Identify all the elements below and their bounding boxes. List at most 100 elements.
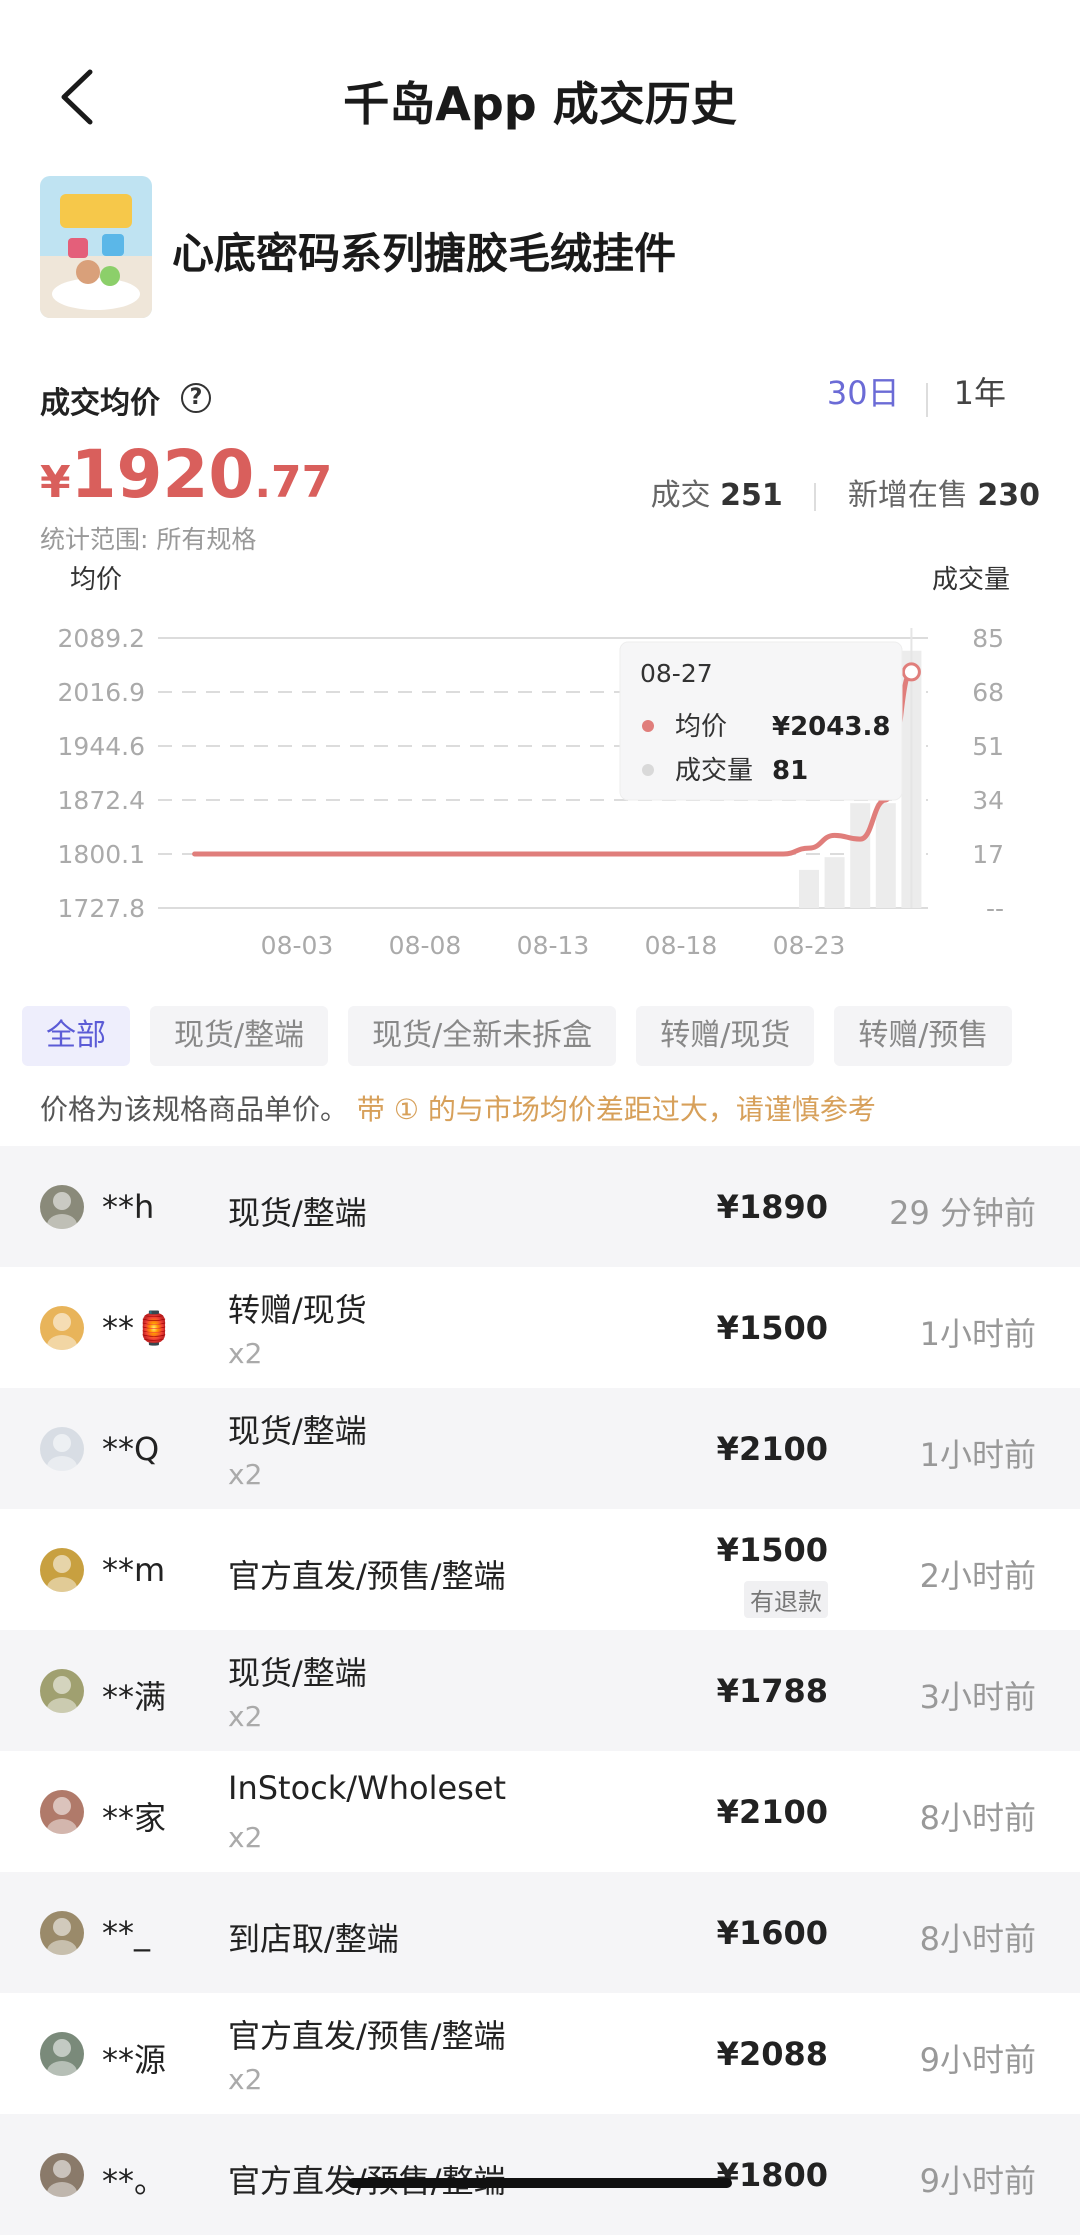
- y2-tick-label: 51: [972, 732, 1004, 761]
- avatar[interactable]: [40, 1306, 84, 1350]
- price-note-text: 价格为该规格商品单价。: [40, 1093, 349, 1126]
- help-icon[interactable]: ?: [181, 383, 211, 413]
- user-name: **。: [102, 2162, 167, 2200]
- avatar[interactable]: [40, 2153, 84, 2197]
- y2-tick-label: 85: [972, 624, 1004, 653]
- avatar[interactable]: [40, 1790, 84, 1834]
- avg-price-label: 成交均价: [40, 386, 160, 421]
- range-tab-30d[interactable]: 30日: [801, 368, 926, 414]
- page-title: 千岛App 成交历史: [343, 77, 737, 131]
- filter-tab-instock-fullset[interactable]: 现货/整端: [150, 1006, 329, 1066]
- volume-bar: [850, 803, 871, 908]
- x-tick-label: 08-03: [261, 931, 334, 960]
- filter-tab-all[interactable]: 全部: [22, 1006, 130, 1066]
- spec-label: 现货/整端: [228, 1654, 367, 1692]
- y-tick-label: 2089.2: [58, 624, 145, 653]
- spec-label: 转赠/现货: [228, 1291, 367, 1329]
- time-ago: 2小时前: [919, 1557, 1036, 1595]
- transaction-row[interactable]: **源 官方直发/预售/整端 x2 ¥2088 9小时前: [0, 1993, 1080, 2114]
- transaction-row[interactable]: **🏮 转赠/现货 x2 ¥1500 1小时前: [0, 1267, 1080, 1388]
- range-tab-1y[interactable]: 1年: [928, 368, 1032, 414]
- transaction-row[interactable]: **满 现货/整端 x2 ¥1788 3小时前: [0, 1630, 1080, 1751]
- price-warning: 带 ① 的与市场均价差距过大，请谨慎参考: [356, 1093, 876, 1126]
- avg-price-decimal: .77: [254, 457, 333, 508]
- x-tick-label: 08-08: [389, 931, 462, 960]
- filter-tab-gift-instock[interactable]: 转赠/现货: [636, 1006, 815, 1066]
- y-tick-label: 2016.9: [58, 678, 145, 707]
- user-name: **h: [102, 1188, 155, 1226]
- quantity: x2: [228, 1337, 263, 1370]
- filter-tab-gift-presale[interactable]: 转赠/预售: [834, 1006, 1013, 1066]
- price-volume-chart[interactable]: 均价 成交量2089.2 852016.9 681944.6 511872.4 34180…: [0, 556, 1080, 976]
- price: ¥1800: [716, 2156, 828, 2194]
- deals-value: 251: [720, 478, 783, 513]
- product-name: 心底密码系列搪胶毛绒挂件: [172, 229, 677, 278]
- avatar[interactable]: [40, 1911, 84, 1955]
- quantity: x2: [228, 2063, 263, 2096]
- time-ago: 8小时前: [919, 1920, 1036, 1958]
- user-name: **家: [102, 1799, 167, 1837]
- price: ¥1600: [716, 1914, 828, 1952]
- y2-tick-label: 34: [972, 786, 1004, 815]
- time-ago: 9小时前: [919, 2041, 1036, 2079]
- time-ago: 9小时前: [919, 2162, 1036, 2200]
- transaction-row[interactable]: **。官方直发/预售/整端¥18009小时前: [0, 2114, 1080, 2235]
- price: ¥2100: [716, 1430, 828, 1468]
- user-name: **🏮: [102, 1309, 174, 1347]
- tooltip-volume-value: 81: [772, 756, 808, 786]
- user-name: **源: [102, 2041, 167, 2079]
- volume-bar: [875, 803, 896, 908]
- volume-bar: [799, 869, 819, 908]
- filter-tabs: 全部 现货/整端 现货/全新未拆盒 转赠/现货 转赠/预售: [22, 1006, 1032, 1066]
- x-tick-label: 08-13: [517, 931, 590, 960]
- time-ago: 1小时前: [919, 1315, 1036, 1353]
- avatar[interactable]: [40, 1548, 84, 1592]
- filter-tab-instock-sealed[interactable]: 现货/全新未拆盒: [348, 1006, 617, 1066]
- price-point: [901, 662, 921, 682]
- transaction-row[interactable]: **m 官方直发/预售/整端 ¥1500 有退款 2小时前: [0, 1509, 1080, 1630]
- quantity: x2: [228, 1458, 263, 1491]
- stats-separator: [814, 482, 817, 511]
- tooltip-price-label: 均价: [675, 712, 727, 742]
- product-info: 心底密码系列搪胶毛绒挂件: [40, 176, 1040, 321]
- refund-badge: 有退款: [744, 1581, 828, 1618]
- transaction-row[interactable]: **家 InStock/Wholeset x2 ¥2100 8小时前: [0, 1751, 1080, 1872]
- avatar[interactable]: [40, 1185, 84, 1229]
- spec-label: 现货/整端: [228, 1412, 367, 1450]
- price: ¥1500: [716, 1309, 828, 1347]
- deal-stats: 成交 251 新增在售 230: [651, 470, 1040, 514]
- price: ¥1890: [716, 1188, 828, 1226]
- y-tick-label: 1872.4: [58, 786, 145, 815]
- home-indicator[interactable]: [348, 2178, 732, 2188]
- y-tick-label: 1800.1: [58, 840, 145, 869]
- scope-text: 统计范围: 所有规格: [40, 525, 257, 554]
- deals-label: 成交: [650, 478, 711, 513]
- x-tick-label: 08-23: [773, 931, 846, 960]
- avg-price-integer: 1920: [70, 436, 255, 513]
- product-thumbnail[interactable]: [40, 176, 152, 318]
- x-tick-label: 08-18: [645, 931, 718, 960]
- left-axis-label: 均价: [70, 565, 122, 595]
- price-note: 价格为该规格商品单价。 带 ① 的与市场均价差距过大，请谨慎参考: [40, 1088, 876, 1128]
- user-name: **_: [102, 1914, 150, 1952]
- time-ago: 8小时前: [919, 1799, 1036, 1837]
- spec-label: 到店取/整端: [228, 1920, 399, 1958]
- user-name: **满: [102, 1678, 167, 1716]
- user-name: **Q: [102, 1430, 160, 1468]
- spec-label: 官方直发/预售/整端: [228, 1557, 506, 1595]
- y2-tick-label: --: [986, 894, 1004, 923]
- header: 千岛App 成交历史: [0, 40, 1080, 150]
- price: ¥2088: [716, 2035, 828, 2073]
- tooltip-date: 08-27: [640, 659, 713, 688]
- price: ¥2100: [716, 1793, 828, 1831]
- transaction-row[interactable]: **Q 现货/整端 x2 ¥2100 1小时前: [0, 1388, 1080, 1509]
- range-tabs: 30日 1年: [801, 368, 1032, 417]
- right-axis-label: 成交量: [932, 565, 1010, 595]
- avatar[interactable]: [40, 1669, 84, 1713]
- avatar[interactable]: [40, 2032, 84, 2076]
- avatar[interactable]: [40, 1427, 84, 1471]
- transaction-row[interactable]: **h 现货/整端 ¥1890 29 分钟前: [0, 1146, 1080, 1267]
- spec-label: 现货/整端: [228, 1194, 367, 1232]
- transaction-row[interactable]: **_ 到店取/整端 ¥1600 8小时前: [0, 1872, 1080, 1993]
- spec-label: InStock/Wholeset: [228, 1769, 507, 1807]
